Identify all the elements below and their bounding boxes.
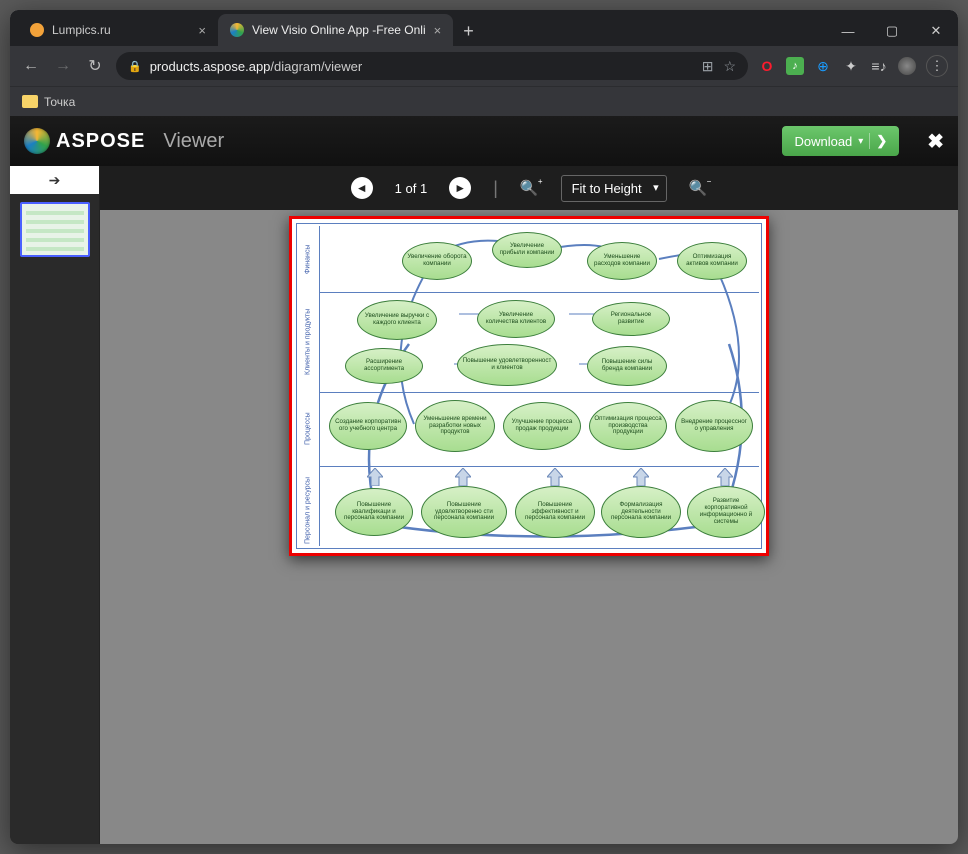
viewer-toolbar: ◄ 1 of 1 ► | 🔍+ Fit to Height 🔍− [100,166,958,210]
tab-title: Lumpics.ru [52,23,111,37]
diagram-node: Оптимизация активов компании [677,242,747,280]
diagram-node: Повышение квалификаци и персонала компан… [335,488,413,536]
diagram-node: Формализация деятельности персонала комп… [601,486,681,538]
prev-page-button[interactable]: ◄ [351,177,373,199]
lock-icon: 🔒 [128,60,142,73]
close-window-button[interactable]: ✕ [914,16,958,46]
brand-logo[interactable]: ASPOSE [24,128,145,154]
diagram-node: Уменьшение времени разработки новых прод… [415,400,495,452]
extensions-icon[interactable]: ✦ [842,57,860,75]
collapse-sidebar-button[interactable]: ➔ [10,166,99,194]
page-thumbnail[interactable] [20,202,90,257]
browser-tab-lumpics[interactable]: Lumpics.ru × [18,14,218,46]
extension-music-icon[interactable]: ♪ [786,57,804,75]
diagram-node: Увеличение прибыли компании [492,232,562,268]
diagram-node: Региональное развитие [592,302,670,336]
lane-label: Процессы [299,394,317,464]
minimize-button[interactable]: — [826,16,870,46]
lane-label: Финансы [299,228,317,290]
reload-button[interactable]: ↻ [84,56,106,76]
tab-title: View Visio Online App -Free Onli [252,23,426,37]
zoom-in-button[interactable]: 🔍+ [520,179,539,197]
url-input[interactable]: 🔒 products.aspose.app/diagram/viewer ⊞ ☆ [116,52,748,80]
diagram-node: Расширение ассортимента [345,348,423,384]
thumbnail-sidebar: ➔ [10,166,100,844]
logo-swirl-icon [24,128,50,154]
next-page-button[interactable]: ► [449,177,471,199]
diagram-node: Оптимизация процесса производства продук… [589,402,667,450]
brand-name: ASPOSE [56,130,145,153]
new-tab-button[interactable]: + [453,17,484,46]
caret-down-icon: ▾ [858,136,863,147]
diagram-node: Улучшение процесса продаж продукции [503,402,581,450]
forward-button[interactable]: → [52,57,74,75]
diagram-node: Повышение удовлетворенност и клиентов [457,344,557,386]
diagram-node: Уменьшение расходов компании [587,242,657,280]
diagram-node: Повышение удовлетворенно сти персонала к… [421,486,507,538]
arrow-up-icon [367,468,383,486]
diagram-node: Увеличение оборота компании [402,242,472,280]
arrow-up-icon [455,468,471,486]
diagram-node: Увеличение выручки с каждого клиента [357,300,437,340]
close-icon[interactable]: × [434,23,442,38]
diagram-node: Развитие корпоративной информационно й с… [687,486,765,538]
download-label: Download [794,134,852,149]
lane-label: Персонал и ресурсы [299,468,317,552]
close-file-button[interactable]: ✖ [927,129,944,154]
bookmark-item[interactable]: Точка [44,95,75,109]
extension-globe-icon[interactable]: ⊕ [814,57,832,75]
download-button[interactable]: Download ▾ ❯ [782,126,899,156]
profile-avatar[interactable] [898,57,916,75]
toolbar-separator: | [493,178,498,199]
extension-opera-icon[interactable]: O [758,57,776,75]
app-section-label: Viewer [163,130,224,153]
arrow-up-icon [547,468,563,486]
chevron-right-icon: ❯ [869,133,887,149]
menu-icon[interactable]: ⋮ [926,55,948,77]
fit-mode-select[interactable]: Fit to Height [561,175,667,202]
folder-icon [22,95,38,108]
address-bar: ← → ↻ 🔒 products.aspose.app/diagram/view… [10,46,958,86]
back-button[interactable]: ← [20,57,42,75]
window-titlebar: Lumpics.ru × View Visio Online App -Free… [10,10,958,46]
bookmarks-bar: Точка [10,86,958,116]
translate-icon[interactable]: ⊞ [702,58,714,75]
diagram-node: Внедрение процессног о управления [675,400,753,452]
document-canvas[interactable]: Финансы Клиенты и продукты Процессы Перс… [100,210,958,844]
star-icon[interactable]: ☆ [723,58,736,75]
favicon-icon [230,23,244,37]
url-text: products.aspose.app/diagram/viewer [150,59,362,74]
extension-playlist-icon[interactable]: ≡♪ [870,57,888,75]
close-icon[interactable]: × [198,23,206,38]
maximize-button[interactable]: ▢ [870,16,914,46]
diagram-node: Повышение силы бренда компании [587,346,667,386]
page-indicator: 1 of 1 [395,181,428,196]
favicon-icon [30,23,44,37]
app-header: ASPOSE Viewer Download ▾ ❯ ✖ [10,116,958,166]
arrow-up-icon [717,468,733,486]
zoom-out-button[interactable]: 🔍− [689,179,708,197]
lane-label: Клиенты и продукты [299,294,317,390]
browser-tab-aspose[interactable]: View Visio Online App -Free Onli × [218,14,453,46]
diagram-node: Увеличение количества клиентов [477,300,555,338]
diagram-node: Создание корпоративн ого учебного центра [329,402,407,450]
diagram-node: Повышение эффективност и персонала компа… [515,486,595,538]
arrow-up-icon [633,468,649,486]
document-page: Финансы Клиенты и продукты Процессы Перс… [289,216,769,556]
